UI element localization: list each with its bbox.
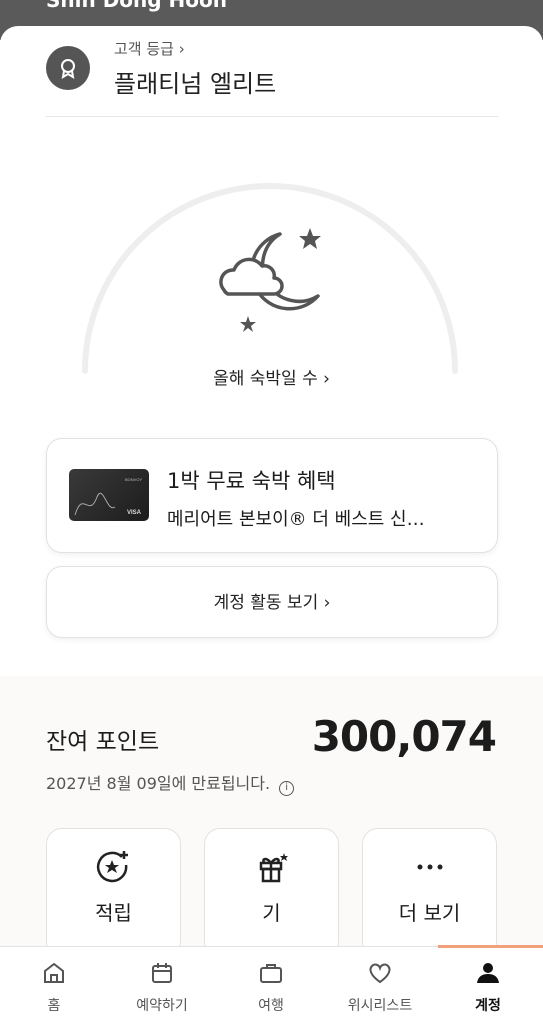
earn-label: 적립 <box>95 901 132 925</box>
nav-home-label: 홈 <box>47 998 61 1014</box>
benefit-title: 1박 무료 숙박 혜택 <box>167 469 336 493</box>
divider <box>46 116 498 117</box>
heart-icon <box>330 959 430 991</box>
nav-wishlist-label: 위시리스트 <box>347 998 413 1014</box>
svg-text:BONVOY: BONVOY <box>125 477 142 482</box>
more-icon <box>363 849 496 885</box>
calendar-icon <box>112 959 212 991</box>
star-plus-icon <box>47 849 180 885</box>
points-value: 300,074 <box>311 712 497 761</box>
info-icon[interactable]: i <box>279 781 295 796</box>
nav-home[interactable]: 홈 <box>4 959 104 1015</box>
nav-book-label: 예약하기 <box>136 998 188 1014</box>
active-accent <box>438 945 543 948</box>
svg-text:VISA: VISA <box>127 510 142 516</box>
nav-account-label: 계정 <box>475 998 501 1014</box>
points-expiry: 2027년 8월 09일에 만료됩니다. i <box>46 770 295 796</box>
tier-badge-icon <box>46 46 90 90</box>
tier-label[interactable]: 고객 등급 › <box>114 38 185 59</box>
moon-night-icon <box>219 228 321 332</box>
credit-card-image: VISA BONVOY <box>69 469 149 521</box>
nights-progress-arc <box>82 183 458 374</box>
user-icon <box>438 959 538 991</box>
suitcase-icon <box>221 959 321 991</box>
nav-account[interactable]: 계정 <box>438 959 538 1015</box>
tier-section[interactable]: 고객 등급 › 플래티넘 엘리트 <box>46 36 498 128</box>
nav-trips-label: 여행 <box>258 998 284 1014</box>
account-activity-button[interactable]: 계정 활동 보기 › <box>46 566 498 638</box>
account-sheet: 고객 등급 › 플래티넘 엘리트 올해 숙박일 수 › VISA BONVOY … <box>0 26 543 676</box>
user-name: Shin Dong Hoon <box>46 0 228 12</box>
tier-value: 플래티넘 엘리트 <box>114 70 277 98</box>
benefit-card[interactable]: VISA BONVOY 1박 무료 숙박 혜택 메리어트 본보이® 더 베스트 … <box>46 438 498 553</box>
more-tile[interactable]: 더 보기 <box>362 828 497 958</box>
benefit-description: 메리어트 본보이® 더 베스트 신… <box>167 509 425 530</box>
home-icon <box>4 959 104 991</box>
gift-label: 기 <box>262 901 281 925</box>
gift-tile[interactable]: 기 <box>204 828 339 958</box>
nights-link[interactable]: 올해 숙박일 수 › <box>0 364 543 389</box>
bottom-nav: 홈 예약하기 여행 위시리스트 계정 <box>0 945 543 1024</box>
expiry-text: 2027년 8월 09일에 만료됩니다. <box>46 774 271 793</box>
gift-icon <box>205 849 338 885</box>
nav-wishlist[interactable]: 위시리스트 <box>330 959 430 1015</box>
nav-trips[interactable]: 여행 <box>221 959 321 1015</box>
more-label: 더 보기 <box>398 901 461 925</box>
earn-tile[interactable]: 적립 <box>46 828 181 958</box>
points-actions: 적립 기 더 보기 <box>46 828 498 958</box>
nav-book[interactable]: 예약하기 <box>112 959 212 1015</box>
points-label: 잔여 포인트 <box>46 729 160 755</box>
